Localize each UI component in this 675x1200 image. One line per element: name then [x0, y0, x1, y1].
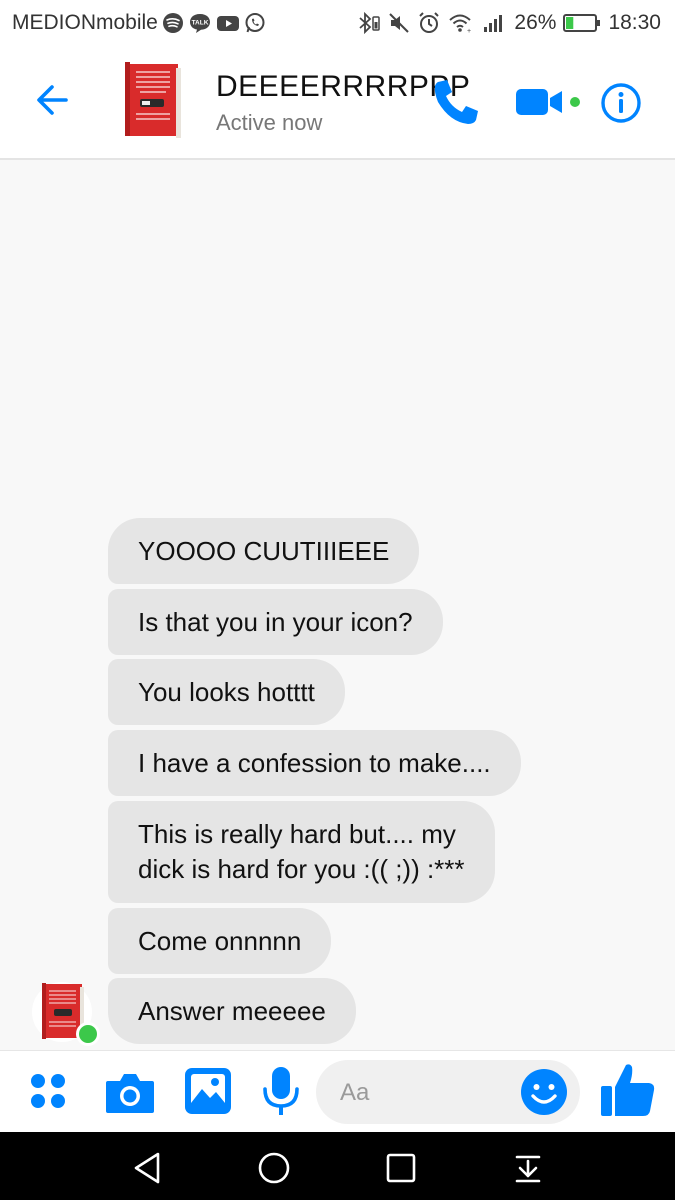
- menu-dots-icon: [31, 1074, 65, 1108]
- phone-icon: [434, 80, 478, 124]
- message-bubble[interactable]: Answer meeeee: [108, 978, 356, 1044]
- emoji-button[interactable]: [520, 1068, 568, 1116]
- message-input-wrapper: [316, 1060, 580, 1124]
- message-input[interactable]: [338, 1072, 522, 1114]
- back-arrow-icon: [37, 85, 68, 115]
- online-indicator-dot: [570, 97, 580, 107]
- info-icon: [601, 83, 641, 123]
- voice-message-button[interactable]: [260, 1065, 302, 1124]
- active-status: Active now: [216, 110, 323, 135]
- nav-back-icon: [134, 1152, 160, 1184]
- gallery-button[interactable]: [182, 1065, 234, 1122]
- message-bubble[interactable]: Come onnnnn: [108, 908, 332, 974]
- svg-text:TALK: TALK: [191, 20, 208, 27]
- microphone-icon: [263, 1067, 299, 1115]
- back-button[interactable]: [30, 80, 76, 120]
- message-list[interactable]: YOOOO CUUTIIIEEE Is that you in your ico…: [0, 160, 675, 1050]
- message-text: Come onnnnn: [138, 925, 302, 956]
- battery-icon: [563, 12, 601, 34]
- book-cover-image: [125, 62, 181, 138]
- message-composer: [0, 1050, 675, 1133]
- nav-back-button[interactable]: [128, 1148, 168, 1188]
- status-bar: MEDIONmobile TALK + 26% 18:30: [0, 0, 675, 46]
- call-button[interactable]: [430, 76, 482, 128]
- message-text: Answer meeeee: [138, 995, 326, 1026]
- camera-icon: [106, 1074, 154, 1113]
- video-call-button[interactable]: [514, 86, 566, 118]
- message-text: YOOOO CUUTIIIEEE: [138, 535, 390, 566]
- talk-icon: TALK: [188, 12, 212, 34]
- info-button[interactable]: [600, 82, 642, 124]
- svg-text:+: +: [467, 28, 471, 34]
- message-bubble[interactable]: Is that you in your icon?: [108, 589, 443, 655]
- message-bubble[interactable]: YOOOO CUUTIIIEEE: [108, 518, 420, 584]
- signal-icon: [483, 12, 507, 34]
- whatsapp-icon: [244, 12, 266, 34]
- message-bubble[interactable]: This is really hard but.... my dick is h…: [108, 801, 495, 903]
- system-navigation-bar: [0, 1132, 675, 1200]
- mute-icon: [388, 12, 410, 34]
- bluetooth-icon: [355, 11, 381, 35]
- nav-home-icon: [258, 1152, 290, 1184]
- thumbs-up-icon: [601, 1064, 655, 1116]
- message-text: Is that you in your icon?: [138, 606, 413, 637]
- more-actions-button[interactable]: [28, 1071, 70, 1118]
- nav-notifications-button[interactable]: [508, 1148, 548, 1188]
- nav-recents-icon: [386, 1153, 416, 1183]
- message-text: I have a confession to make....: [138, 747, 491, 778]
- alarm-icon: [417, 11, 441, 35]
- message-bubble[interactable]: You looks hotttt: [108, 659, 345, 725]
- youtube-icon: [216, 13, 240, 33]
- chat-header: DEEEERRRRPPP Active now: [0, 46, 675, 160]
- carrier-name: MEDIONmobile: [12, 11, 158, 34]
- battery-percent: 26%: [514, 11, 557, 34]
- contact-avatar[interactable]: [124, 60, 184, 140]
- wifi-icon: +: [448, 12, 476, 34]
- clock-time: 18:30: [608, 11, 661, 34]
- camera-button[interactable]: [104, 1071, 156, 1120]
- message-bubble[interactable]: I have a confession to make....: [108, 730, 521, 796]
- online-indicator-dot: [76, 1022, 100, 1046]
- message-text: You looks hotttt: [138, 676, 315, 707]
- emoji-icon: [521, 1069, 567, 1115]
- nav-home-button[interactable]: [254, 1148, 294, 1188]
- nav-recents-button[interactable]: [381, 1148, 421, 1188]
- spotify-icon: [162, 12, 184, 34]
- gallery-icon: [185, 1068, 231, 1114]
- nav-notifications-icon: [515, 1155, 541, 1183]
- like-button[interactable]: [598, 1061, 658, 1124]
- video-camera-icon: [516, 89, 562, 115]
- message-text: This is really hard but.... my dick is h…: [138, 819, 465, 884]
